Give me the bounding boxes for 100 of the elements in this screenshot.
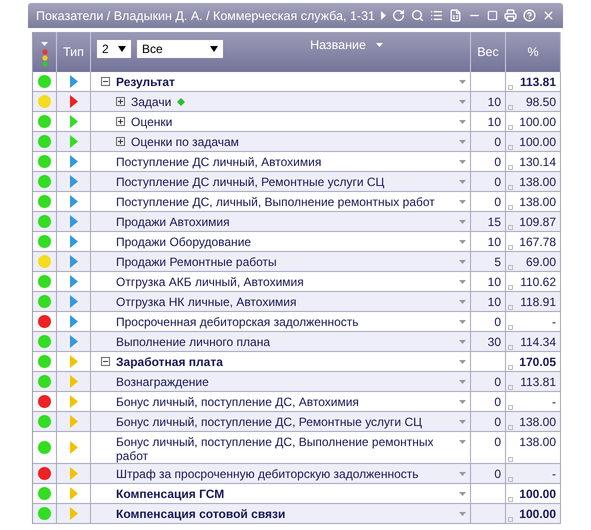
corner-icon <box>508 345 513 350</box>
search-icon[interactable] <box>411 9 424 22</box>
dropdown-caret-icon[interactable] <box>459 320 466 324</box>
percent-value: - <box>552 395 556 409</box>
dropdown-caret-icon[interactable] <box>459 100 466 104</box>
corner-icon <box>508 165 513 170</box>
dropdown-caret-icon[interactable] <box>459 180 466 184</box>
dropdown-caret-icon[interactable] <box>459 280 466 284</box>
corner-icon <box>508 425 513 430</box>
indicator-name: Отгрузка НК личные, Автохимия <box>116 295 298 309</box>
percent-value: 98.50 <box>526 95 556 109</box>
weight-value: 0 <box>494 415 501 429</box>
column-header: Вес <box>477 45 499 59</box>
dropdown-caret-icon[interactable] <box>459 260 466 264</box>
refresh-icon[interactable] <box>392 9 405 22</box>
column-header: % <box>527 45 539 59</box>
dropdown-caret-icon[interactable] <box>459 340 466 344</box>
dropdown-caret-icon[interactable] <box>459 240 466 244</box>
percent-value: 113.81 <box>520 75 556 89</box>
corner-icon <box>508 125 513 130</box>
spreadsheet-icon[interactable] <box>449 9 462 22</box>
indicator-name: Просроченная дебиторская задолженность <box>116 315 360 329</box>
corner-icon <box>508 365 513 370</box>
weight-value: 10 <box>488 275 501 289</box>
weight-value: 0 <box>494 395 501 409</box>
maximize-icon[interactable] <box>487 10 498 21</box>
column-menu-icon[interactable] <box>41 42 48 46</box>
weight-value: 0 <box>494 467 501 481</box>
indicator-name: Штраф за просроченную дебиторскую задолженность <box>116 467 420 481</box>
corner-icon <box>508 225 513 230</box>
expand-icon[interactable] <box>116 97 125 106</box>
dropdown-caret-icon[interactable] <box>459 420 466 424</box>
dropdown-caret-icon[interactable] <box>459 360 466 364</box>
indicator-name: Оценки по задачам <box>131 135 240 149</box>
dropdown-caret-icon[interactable] <box>459 440 466 444</box>
sort-caret-icon[interactable] <box>376 43 383 47</box>
collapse-icon[interactable] <box>101 357 110 366</box>
dropdown-caret-icon[interactable] <box>459 80 466 84</box>
percent-value: 167.78 <box>519 235 556 249</box>
percent-value: 113.81 <box>520 375 556 389</box>
level-select[interactable]: 2 <box>97 40 131 58</box>
dropdown-arrow-icon[interactable] <box>118 46 126 52</box>
weight-value: 15 <box>488 215 501 229</box>
percent-value: 138.00 <box>519 435 556 449</box>
filter-select[interactable]: Все <box>137 40 223 58</box>
percent-value: 100.00 <box>519 507 556 521</box>
percent-value: - <box>552 315 556 329</box>
corner-icon <box>508 325 513 330</box>
dropdown-caret-icon[interactable] <box>459 220 466 224</box>
corner-icon <box>508 517 513 522</box>
indicator-name: Выполнение личного плана <box>116 335 272 349</box>
weight-value: 5 <box>494 255 501 269</box>
window-title: Показатели / Владыкин Д. А. / Коммерческая служба, 1-31 <box>36 8 375 22</box>
weight-value: 0 <box>494 155 501 169</box>
indicator-name: Поступление ДС личный, Ремонтные услуги СЦ <box>116 175 386 189</box>
expand-icon[interactable] <box>116 137 125 146</box>
weight-value: 10 <box>488 235 501 249</box>
dropdown-caret-icon[interactable] <box>459 200 466 204</box>
indicator-name: Результат <box>116 75 176 89</box>
percent-value: 100.00 <box>519 135 556 149</box>
collapse-icon[interactable] <box>101 77 110 86</box>
corner-icon <box>508 285 513 290</box>
indicator-name: Оценки <box>131 115 174 129</box>
corner-icon <box>508 205 513 210</box>
dropdown-caret-icon[interactable] <box>459 472 466 476</box>
weight-value: 10 <box>488 295 501 309</box>
dropdown-caret-icon[interactable] <box>459 400 466 404</box>
dropdown-caret-icon[interactable] <box>459 492 466 496</box>
corner-icon <box>508 185 513 190</box>
indicator-name: Продажи Ремонтные работы <box>116 255 278 269</box>
indicator-name: Поступление ДС личный, Автохимия <box>116 155 322 169</box>
dropdown-caret-icon[interactable] <box>459 140 466 144</box>
corner-icon <box>508 385 513 390</box>
percent-value: 100.00 <box>519 115 556 129</box>
play-icon[interactable] <box>381 11 386 20</box>
help-icon[interactable] <box>523 9 536 22</box>
dropdown-caret-icon[interactable] <box>459 160 466 164</box>
corner-icon <box>508 305 513 310</box>
weight-value: 30 <box>488 335 501 349</box>
percent-value: 138.00 <box>519 175 556 189</box>
close-icon[interactable] <box>542 9 555 22</box>
percent-value: 170.05 <box>519 355 556 369</box>
dropdown-caret-icon[interactable] <box>459 300 466 304</box>
traffic-light-icon <box>42 49 48 67</box>
dropdown-caret-icon[interactable] <box>459 380 466 384</box>
indicator-name: Заработная плата <box>116 355 224 369</box>
dropdown-caret-icon[interactable] <box>459 120 466 124</box>
column-header: Тип <box>63 45 84 59</box>
expand-icon[interactable] <box>116 117 125 126</box>
list-icon[interactable] <box>430 9 443 22</box>
dropdown-arrow-icon[interactable] <box>210 46 218 52</box>
corner-icon <box>508 85 513 90</box>
percent-value: 100.00 <box>519 487 556 501</box>
corner-icon <box>508 477 513 482</box>
dropdown-caret-icon[interactable] <box>459 512 466 516</box>
indicator-name: Компенсация ГСМ <box>116 487 226 501</box>
print-icon[interactable] <box>504 9 517 22</box>
percent-value: 69.00 <box>526 255 556 269</box>
indicator-name: Компенсация сотовой связи <box>116 507 286 521</box>
indicator-name: Продажи Оборудование <box>116 235 252 249</box>
